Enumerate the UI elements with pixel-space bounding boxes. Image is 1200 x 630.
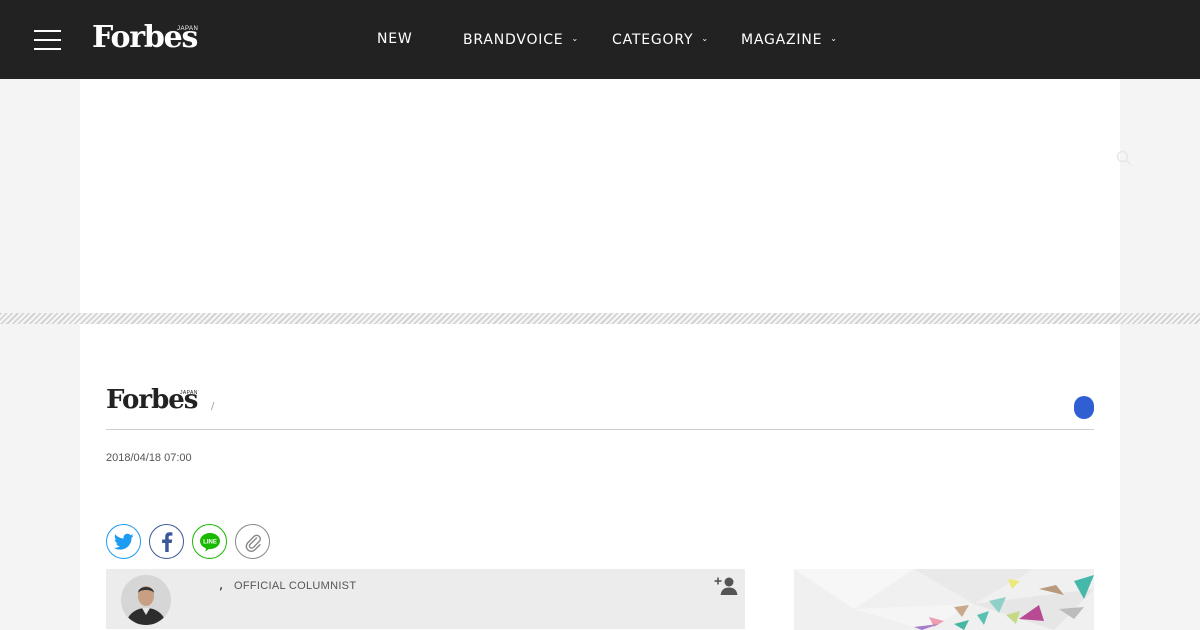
site-logo-sub: JAPAN xyxy=(177,26,199,32)
article-date: 2018/04/18 07:00 xyxy=(106,452,192,464)
facebook-icon xyxy=(161,531,172,552)
copy-link-button[interactable] xyxy=(235,524,270,559)
author-role: OFFICIAL COLUMNIST xyxy=(234,580,357,592)
site-header: Forbes JAPAN NEW BRANDVOICE ⌄ CATEGORY ⌄ M… xyxy=(0,0,1200,79)
header-divider xyxy=(106,429,1094,430)
breadcrumb-separator: / xyxy=(211,401,215,412)
author-name-separator: , xyxy=(219,578,224,593)
person-icon xyxy=(121,575,171,625)
striped-divider xyxy=(0,313,1200,324)
search-icon[interactable] xyxy=(1116,150,1132,166)
follow-user-icon[interactable] xyxy=(714,576,738,596)
author-box xyxy=(106,569,745,629)
accent-button[interactable] xyxy=(1074,396,1094,419)
nav-item-magazine[interactable]: MAGAZINE ⌄ xyxy=(741,31,838,48)
nav-item-new[interactable]: NEW xyxy=(377,31,413,47)
nav-item-label: CATEGORY xyxy=(612,32,694,48)
triangle-pattern-image xyxy=(794,569,1094,630)
link-icon xyxy=(245,534,261,552)
twitter-icon xyxy=(113,533,134,550)
twitter-share-button[interactable] xyxy=(106,524,141,559)
ad-banner-area xyxy=(80,79,1120,313)
nav-item-brandvoice[interactable]: BRANDVOICE ⌄ xyxy=(463,31,579,48)
chevron-down-icon: ⌄ xyxy=(571,34,579,43)
line-label: LINE xyxy=(203,539,217,545)
facebook-share-button[interactable] xyxy=(149,524,184,559)
nav-item-label: BRANDVOICE xyxy=(463,32,564,48)
chevron-down-icon: ⌄ xyxy=(830,34,838,43)
line-icon: LINE xyxy=(199,532,220,551)
nav-item-label: MAGAZINE xyxy=(741,32,823,48)
author-avatar[interactable] xyxy=(121,575,171,625)
chevron-down-icon: ⌄ xyxy=(701,34,709,43)
article-logo-sub: JAPAN xyxy=(180,390,198,396)
nav-item-category[interactable]: CATEGORY ⌄ xyxy=(612,31,709,48)
hamburger-icon[interactable] xyxy=(34,29,61,50)
line-share-button[interactable]: LINE xyxy=(192,524,227,559)
nav-item-label: NEW xyxy=(377,31,413,47)
promo-banner-image[interactable] xyxy=(794,569,1094,630)
